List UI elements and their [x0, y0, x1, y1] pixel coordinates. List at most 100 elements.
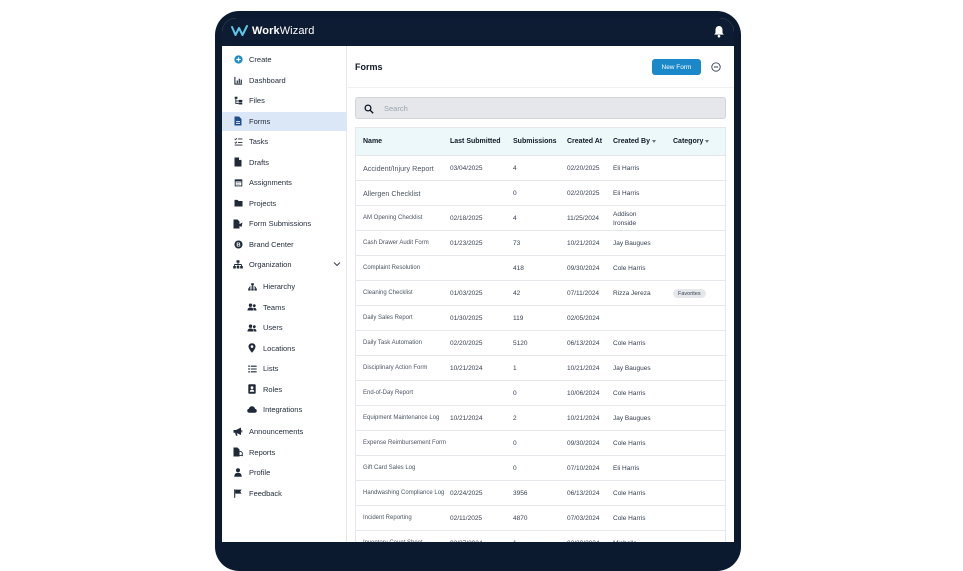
column-header-label: Submissions [513, 138, 557, 145]
chevron-down-icon[interactable] [333, 260, 341, 268]
sidebar-item-label: Dashboard [249, 75, 286, 85]
bell-icon[interactable] [713, 25, 725, 38]
form-name-cell[interactable]: Allergen Checklist [363, 189, 447, 198]
sidebar-item-label: Lists [263, 364, 279, 373]
form-name-cell[interactable]: Expense Reimbursement Form [363, 439, 447, 448]
form-name-cell[interactable]: AM Opening Checklist [363, 214, 447, 223]
new-form-button[interactable]: New Form [652, 59, 701, 75]
form-name-cell[interactable]: Daily Sales Report [363, 314, 447, 323]
form-name-cell[interactable]: Cleaning Checklist [363, 289, 447, 298]
sidebar-item-assignments[interactable]: Assignments [222, 173, 347, 192]
column-header-created-by[interactable]: Created By [613, 138, 656, 145]
sidebar-item-locations[interactable]: Locations [222, 339, 347, 358]
sidebar-item-teams[interactable]: Teams [222, 298, 347, 317]
table-row[interactable]: Inventory Count Sheet02/27/2024102/20/20… [356, 531, 725, 542]
sidebar-item-forms[interactable]: Forms [222, 111, 347, 131]
column-header-last-submitted[interactable]: Last Submitted [450, 138, 501, 145]
form-name-cell[interactable]: Incident Reporting [363, 514, 447, 523]
table-row[interactable]: Daily Sales Report 01/30/2025 119 02/05/202… [356, 306, 725, 331]
table-row[interactable]: Allergen Checklist 0 02/20/2025 Eli Harris [356, 181, 725, 206]
sidebar-item-label: Reports [249, 447, 276, 457]
sidebar-item-hierarchy[interactable]: Hierarchy [222, 277, 347, 296]
sidebar-item-label: Tasks [249, 137, 269, 146]
sidebar-item-announcements[interactable]: Announcements [222, 422, 347, 441]
form-name-cell[interactable]: Equipment Maintenance Log [363, 414, 447, 423]
sidebar-item-lists[interactable]: Lists [222, 359, 347, 378]
sidebar-item-roles[interactable]: Roles [222, 380, 347, 399]
created-by-cell: Eli Harris [613, 165, 640, 172]
sidebar-item-tasks[interactable]: Tasks [222, 132, 347, 151]
bar-chart-icon [233, 75, 243, 85]
sidebar-item-files[interactable]: Files [222, 91, 347, 110]
submissions-cell: 3956 [513, 490, 528, 497]
form-name-cell[interactable]: End-of-Day Report [363, 389, 447, 398]
created-at-cell: 07/10/2024 [567, 465, 600, 472]
form-name-cell[interactable]: Gift Card Sales Log [363, 464, 447, 473]
table-row[interactable]: Accident/Injury Report 03/04/2025 4 02/20/2… [356, 156, 725, 181]
column-header-created-at[interactable]: Created At [567, 138, 602, 145]
column-header-label: Category [673, 138, 704, 145]
last-submitted-cell: 10/21/2024 [450, 415, 483, 422]
table-row[interactable]: Gift Card Sales Log 0 07/10/2024 Eli Harris [356, 456, 725, 481]
main-content: Forms New Form Name Last Submitted Submi… [348, 46, 734, 542]
table-row[interactable]: Equipment Maintenance Log 10/21/2024 2 10/2… [356, 406, 725, 431]
sidebar-item-label: Assignments [249, 178, 292, 187]
form-name-cell[interactable]: Daily Task Automation [363, 339, 447, 348]
form-name-cell[interactable]: Handwashing Compliance Log [363, 489, 447, 498]
flag-icon [233, 488, 243, 498]
filter-caret-icon[interactable] [651, 140, 656, 143]
sidebar-item-projects[interactable]: Projects [222, 194, 347, 213]
sidebar-item-label: Create [249, 55, 272, 64]
sidebar-item-reports[interactable]: Reports [222, 443, 347, 462]
sidebar-item-create[interactable]: Create [222, 50, 347, 69]
table-row[interactable]: Handwashing Compliance Log 02/24/2025 3956… [356, 481, 725, 506]
submissions-cell: 0 [513, 465, 517, 472]
megaphone-icon [233, 427, 243, 437]
created-at-cell: 09/30/2024 [567, 440, 600, 447]
submissions-cell: 4870 [513, 515, 528, 522]
table-row[interactable]: Complaint Resolution 418 09/30/2024 Cole Ha… [356, 256, 725, 281]
table-row[interactable]: End-of-Day Report 0 10/06/2024 Cole Harris [356, 381, 725, 406]
form-name-cell[interactable]: Accident/Injury Report [363, 164, 447, 173]
sidebar-item-integrations[interactable]: Integrations [222, 400, 347, 419]
sidebar-item-users[interactable]: Users [222, 318, 347, 337]
search-input[interactable] [384, 101, 714, 116]
sidebar-item-feedback[interactable]: Feedback [222, 484, 347, 503]
form-name-cell[interactable]: Complaint Resolution [363, 264, 447, 273]
sidebar-item-profile[interactable]: Profile [222, 463, 347, 482]
sidebar-item-brand-center[interactable]: B Brand Center [222, 235, 347, 254]
sidebar-item-drafts[interactable]: Drafts [222, 153, 347, 172]
form-name-cell[interactable]: Cash Drawer Audit Form [363, 239, 447, 248]
last-submitted-cell: 10/21/2024 [450, 365, 483, 372]
sidebar-item-form-submissions[interactable]: Form Submissions [222, 214, 347, 233]
column-header-category[interactable]: Category [673, 138, 710, 145]
table-row[interactable]: Cash Drawer Audit Form 01/23/2025 73 10/21/… [356, 231, 725, 256]
table-row[interactable]: AM Opening Checklist 02/18/2025 4 11/25/202… [356, 206, 725, 231]
last-submitted-cell: 03/04/2025 [450, 165, 483, 172]
column-header-submissions[interactable]: Submissions [513, 138, 557, 145]
table-body: Accident/Injury Report 03/04/2025 4 02/20/2… [356, 156, 725, 542]
sidebar-item-organization[interactable]: Organization [222, 255, 347, 274]
table-row[interactable]: Daily Task Automation 02/20/2025 5120 06/13… [356, 331, 725, 356]
last-submitted-cell: 02/18/2025 [450, 215, 483, 222]
table-row[interactable]: Expense Reimbursement Form 0 09/30/2024 Col… [356, 431, 725, 456]
table-row[interactable]: Cleaning Checklist 01/03/2025 42 07/11/2024… [356, 281, 725, 306]
app-logo[interactable]: WorkWizard [231, 25, 315, 37]
created-at-cell: 10/06/2024 [567, 390, 600, 397]
created-at-cell: 11/25/2024 [567, 215, 600, 222]
page-header: Forms New Form [348, 46, 734, 88]
more-options-icon[interactable] [711, 62, 721, 72]
sidebar-item-label: Profile [249, 468, 271, 477]
column-header-label: Created At [567, 138, 603, 145]
sidebar-item-dashboard[interactable]: Dashboard [222, 71, 347, 90]
column-header-label: Last Submitted [450, 138, 501, 145]
brand-icon: B [233, 239, 243, 249]
table-row[interactable]: Incident Reporting 02/11/2025 4870 07/03/20… [356, 506, 725, 531]
table-row[interactable]: Disciplinary Action Form 10/21/2024 1 10/21… [356, 356, 725, 381]
created-at-cell: 02/05/2024 [567, 315, 600, 322]
column-header-name[interactable]: Name [363, 138, 382, 145]
filter-caret-icon[interactable] [705, 140, 710, 143]
logo-text-bold: Work [252, 25, 280, 37]
created-by-cell: Rizza Jereza [613, 290, 651, 297]
form-name-cell[interactable]: Disciplinary Action Form [363, 364, 447, 373]
